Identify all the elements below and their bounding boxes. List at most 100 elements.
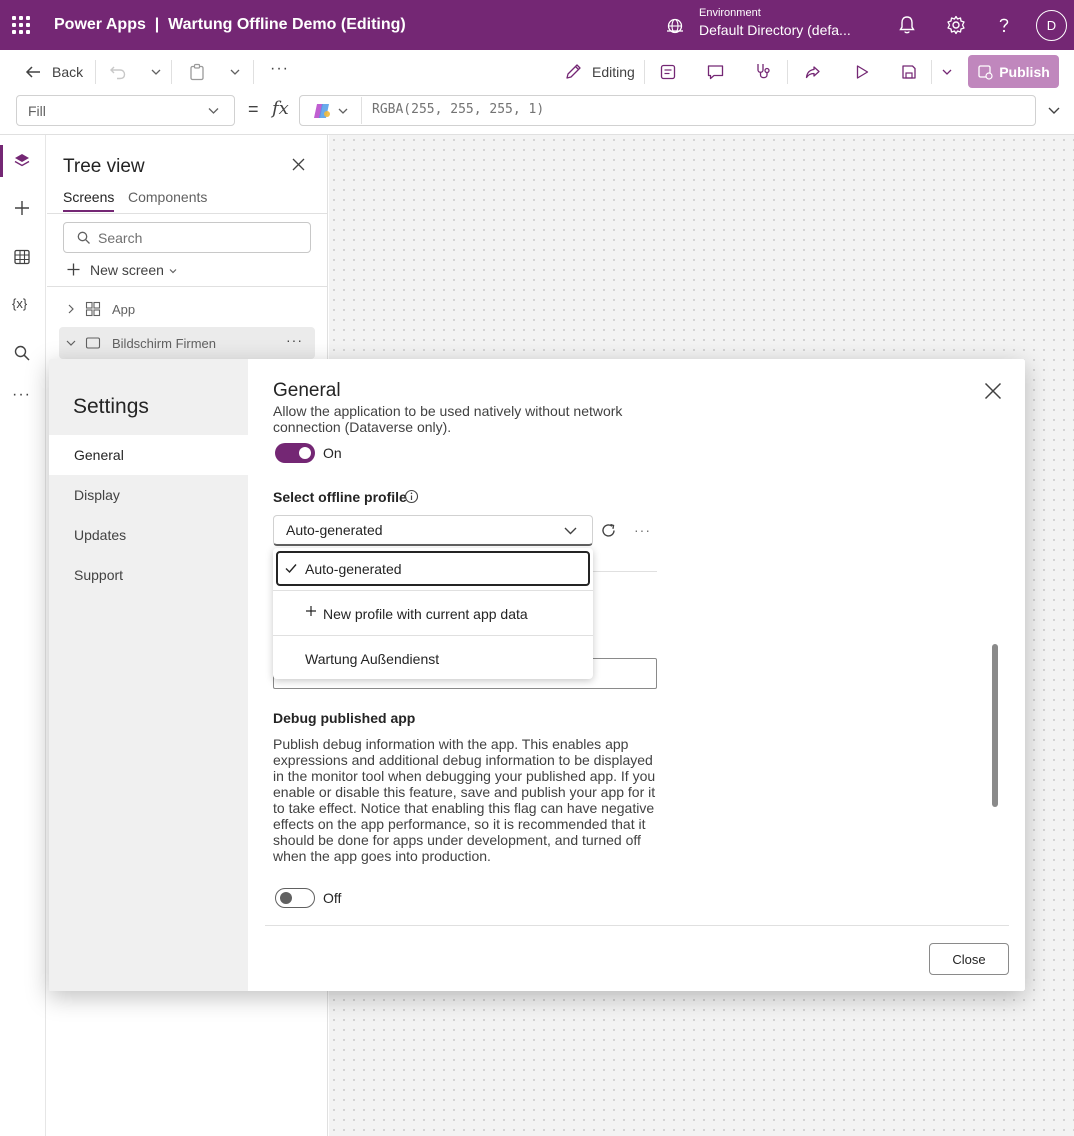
property-value: Fill bbox=[28, 103, 46, 119]
app-title: Power Apps | Wartung Offline Demo (Editi… bbox=[54, 16, 406, 33]
offline-description: Allow the application to be used nativel… bbox=[273, 403, 623, 435]
chevron-down-icon[interactable] bbox=[563, 524, 578, 537]
debug-toggle[interactable] bbox=[275, 888, 315, 908]
chevron-right-icon[interactable] bbox=[66, 303, 76, 315]
new-screen-button[interactable]: New screen bbox=[90, 262, 164, 278]
plus-icon[interactable] bbox=[66, 262, 81, 277]
notes-icon[interactable] bbox=[659, 63, 677, 81]
more-icon[interactable]: ··· bbox=[12, 386, 31, 404]
toggle-knob bbox=[280, 892, 292, 904]
divider bbox=[361, 97, 362, 124]
tree-item-screen[interactable]: Bildschirm Firmen bbox=[112, 336, 216, 351]
copilot-icon[interactable] bbox=[311, 101, 333, 121]
user-avatar[interactable]: D bbox=[1036, 10, 1067, 41]
chevron-down-icon[interactable] bbox=[65, 338, 77, 348]
formula-expression[interactable]: RGBA(255, 255, 255, 1) bbox=[372, 102, 544, 117]
divider bbox=[95, 60, 96, 84]
rail-active-indicator bbox=[0, 145, 3, 177]
debug-description: Publish debug information with the app. … bbox=[273, 736, 656, 864]
settings-title: Settings bbox=[73, 395, 149, 418]
chevron-down-icon[interactable] bbox=[337, 105, 349, 117]
app-launcher-icon[interactable] bbox=[12, 16, 30, 34]
settings-gear-icon[interactable] bbox=[945, 14, 967, 36]
chevron-down-icon[interactable] bbox=[168, 266, 178, 276]
screen-icon bbox=[85, 337, 101, 349]
help-icon[interactable] bbox=[993, 14, 1015, 36]
environment-label: Environment bbox=[699, 7, 761, 19]
divider bbox=[47, 286, 328, 287]
dropdown-option-new-profile[interactable]: New profile with current app data bbox=[323, 606, 528, 622]
divider bbox=[787, 60, 788, 84]
fx-icon: fx bbox=[272, 98, 289, 119]
notification-bell-icon[interactable] bbox=[896, 14, 918, 36]
offline-profile-select[interactable]: Auto-generated bbox=[273, 515, 593, 546]
search-icon[interactable] bbox=[12, 343, 32, 363]
publish-icon bbox=[978, 64, 993, 80]
back-arrow-icon[interactable] bbox=[24, 63, 42, 81]
divider bbox=[931, 60, 932, 84]
close-icon[interactable] bbox=[983, 381, 1003, 401]
offline-toggle[interactable] bbox=[275, 443, 315, 463]
top-bar: Power Apps | Wartung Offline Demo (Editi… bbox=[0, 0, 1074, 50]
editing-status[interactable]: Editing bbox=[592, 64, 635, 80]
equals-sign: = bbox=[248, 99, 259, 119]
section-title: General bbox=[273, 380, 341, 401]
nav-updates[interactable]: Updates bbox=[49, 515, 248, 555]
scrollbar[interactable] bbox=[992, 644, 998, 807]
divider bbox=[593, 571, 657, 572]
offline-profile-label: Select offline profile bbox=[273, 489, 407, 505]
divider bbox=[644, 60, 645, 84]
dropdown-option-auto-generated[interactable]: Auto-generated bbox=[305, 561, 402, 577]
close-icon[interactable] bbox=[291, 157, 306, 172]
divider bbox=[171, 60, 172, 84]
data-table-icon[interactable] bbox=[12, 247, 32, 267]
play-preview-icon[interactable] bbox=[853, 63, 871, 81]
chevron-down-icon[interactable] bbox=[229, 66, 241, 78]
chevron-down-icon[interactable] bbox=[207, 104, 220, 117]
debug-title: Debug published app bbox=[273, 710, 416, 726]
back-button[interactable]: Back bbox=[52, 64, 83, 80]
property-dropdown[interactable]: Fill bbox=[16, 95, 235, 126]
divider bbox=[253, 60, 254, 84]
search-icon bbox=[77, 231, 90, 244]
nav-support[interactable]: Support bbox=[49, 555, 248, 595]
layers-icon[interactable] bbox=[12, 151, 32, 171]
chevron-down-icon[interactable] bbox=[150, 66, 162, 78]
settings-dialog: Settings General Display Updates Support… bbox=[49, 359, 1025, 991]
comments-icon[interactable] bbox=[706, 63, 725, 81]
undo-icon[interactable] bbox=[109, 63, 127, 81]
save-icon[interactable] bbox=[900, 63, 918, 81]
refresh-icon[interactable] bbox=[600, 522, 617, 539]
info-icon[interactable] bbox=[404, 489, 419, 504]
share-icon[interactable] bbox=[804, 63, 822, 81]
offline-profile-dropdown: Auto-generated New profile with current … bbox=[273, 548, 593, 679]
app-icon bbox=[85, 301, 101, 317]
checkmark-icon bbox=[285, 564, 297, 574]
chevron-down-icon[interactable] bbox=[941, 66, 953, 78]
more-options-icon[interactable]: ··· bbox=[634, 522, 651, 538]
environment-icon bbox=[667, 18, 683, 34]
divider bbox=[273, 590, 593, 591]
close-button[interactable]: Close bbox=[929, 943, 1009, 975]
expand-formula-chevron-icon[interactable] bbox=[1047, 104, 1061, 117]
tree-view-title: Tree view bbox=[63, 156, 145, 177]
tab-components[interactable]: Components bbox=[128, 189, 207, 205]
more-options-icon[interactable]: ··· bbox=[286, 332, 303, 348]
tab-screens[interactable]: Screens bbox=[63, 189, 115, 212]
variables-icon[interactable]: {x} bbox=[12, 296, 27, 311]
more-commands-icon[interactable]: ··· bbox=[270, 60, 289, 78]
insert-plus-icon[interactable] bbox=[12, 198, 32, 218]
pencil-icon bbox=[566, 64, 581, 79]
offline-profile-value: Auto-generated bbox=[286, 522, 383, 538]
nav-display[interactable]: Display bbox=[49, 475, 248, 515]
dropdown-option-wartung[interactable]: Wartung Außendienst bbox=[305, 651, 439, 667]
environment-name[interactable]: Default Directory (defa... bbox=[699, 22, 851, 38]
paste-icon[interactable] bbox=[188, 63, 206, 81]
tree-item-app[interactable]: App bbox=[112, 302, 135, 317]
left-rail bbox=[0, 135, 46, 1136]
divider bbox=[265, 925, 1009, 926]
publish-label: Publish bbox=[999, 63, 1050, 80]
publish-button[interactable]: Publish bbox=[968, 55, 1059, 88]
app-checker-icon[interactable] bbox=[754, 62, 773, 81]
nav-general[interactable]: General bbox=[49, 435, 248, 475]
